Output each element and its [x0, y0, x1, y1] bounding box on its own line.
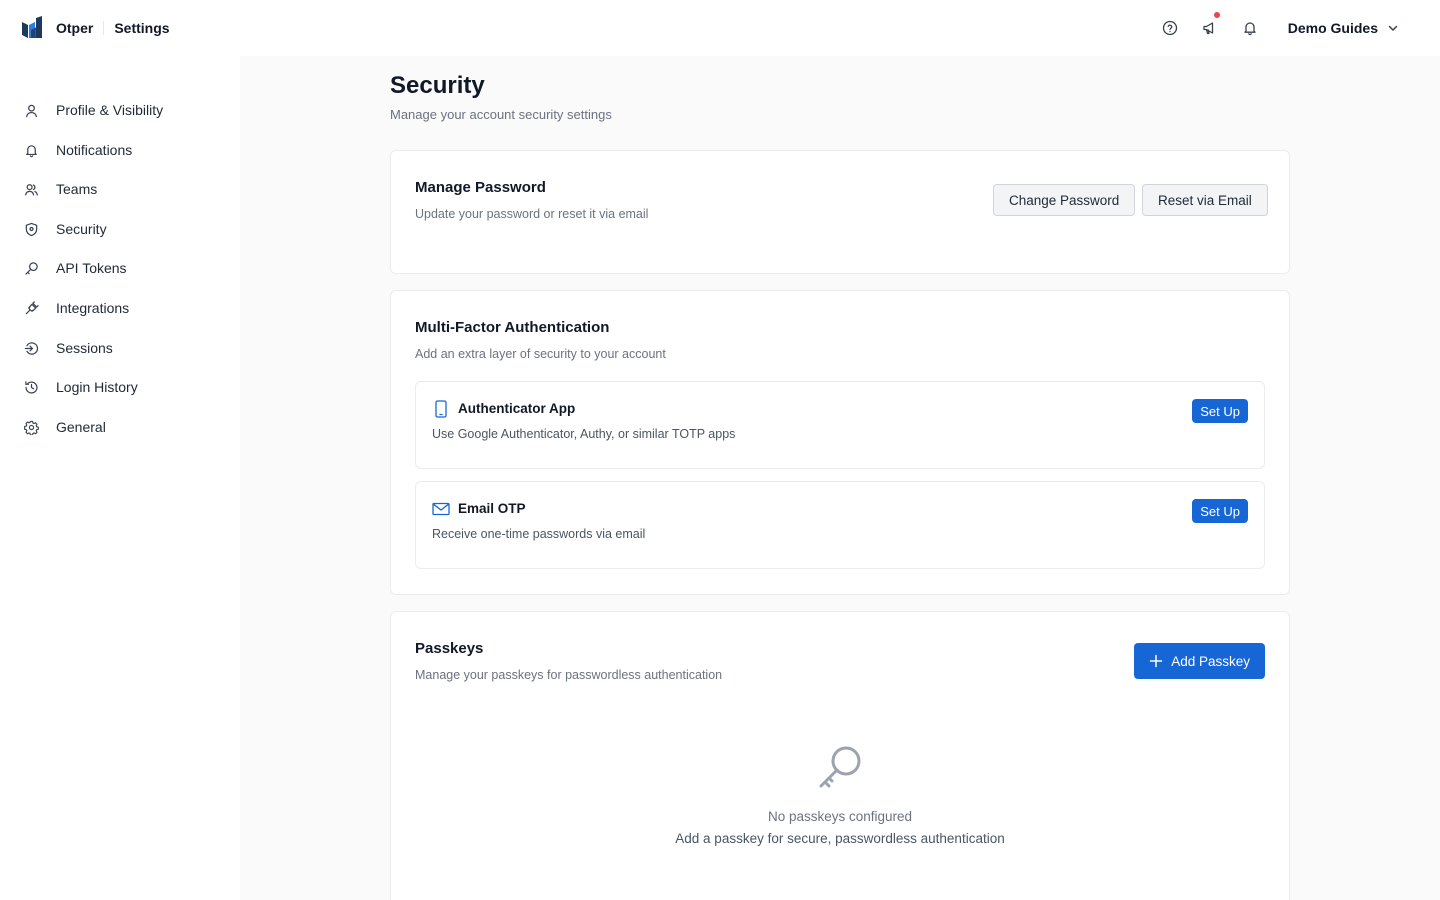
help-icon — [1162, 20, 1177, 36]
card-title: Manage Password — [415, 179, 546, 196]
top-actions: Demo Guides — [1146, 12, 1400, 44]
login-icon — [24, 341, 39, 355]
user-menu[interactable]: Demo Guides — [1288, 20, 1400, 36]
sidebar-item-label: Login History — [56, 379, 138, 395]
brand[interactable]: Otper Settings — [20, 16, 170, 40]
email-otp-method: Email OTP Receive one-time passwords via… — [415, 481, 1265, 569]
section-name: Settings — [114, 20, 170, 36]
empty-state-title: No passkeys configured — [767, 809, 913, 824]
card-description: Update your password or reset it via ema… — [415, 207, 649, 221]
sidebar-item-profile-visibility[interactable]: Profile & Visibility — [16, 94, 224, 126]
sidebar-item-label: General — [56, 419, 106, 435]
top-bar: Otper Settings Demo Guides — [0, 0, 1440, 56]
chevron-down-icon — [1388, 25, 1398, 31]
sidebar-item-label: API Tokens — [56, 260, 127, 276]
app-name: Otper — [56, 20, 94, 36]
sidebar-item-label: Notifications — [56, 142, 133, 158]
announcement-icon — [1203, 22, 1213, 35]
setup-authenticator-button[interactable]: Set Up — [1192, 399, 1248, 423]
add-passkey-button[interactable]: Add Passkey — [1134, 643, 1265, 679]
page-title: Security — [390, 72, 485, 99]
notifications-button[interactable] — [1234, 12, 1266, 44]
sidebar-item-security[interactable]: Security — [16, 213, 224, 245]
bell-icon — [1244, 22, 1256, 36]
empty-state-description: Add a passkey for secure, passwordless a… — [675, 831, 1005, 846]
card-description: Manage your passkeys for passwordless au… — [415, 668, 723, 682]
page-subtitle: Manage your account security settings — [390, 107, 612, 122]
announcements-button[interactable] — [1194, 12, 1226, 44]
card-title: Passkeys — [415, 640, 484, 657]
key-icon — [25, 261, 38, 275]
sidebar-item-label: Teams — [56, 181, 98, 197]
setup-email-otp-button[interactable]: Set Up — [1192, 499, 1248, 523]
user-icon — [26, 104, 37, 117]
brand-divider — [103, 21, 105, 35]
sidebar-item-login-history[interactable]: Login History — [16, 371, 224, 403]
sidebar-item-label: Sessions — [56, 340, 113, 356]
shield-icon — [25, 222, 38, 236]
method-title: Authenticator App — [458, 401, 576, 416]
add-passkey-label: Add Passkey — [1171, 653, 1250, 669]
gear-icon — [24, 420, 39, 435]
history-icon — [25, 380, 38, 393]
main-content: Security Manage your account security se… — [240, 56, 1440, 900]
sidebar-item-label: Security — [56, 221, 107, 237]
sidebar-item-integrations[interactable]: Integrations — [16, 292, 224, 324]
help-button[interactable] — [1154, 12, 1186, 44]
reset-via-email-button[interactable]: Reset via Email — [1142, 184, 1268, 216]
plug-icon — [25, 300, 39, 314]
otper-logo — [22, 16, 42, 38]
card-title: Multi-Factor Authentication — [415, 319, 610, 336]
sidebar-item-sessions[interactable]: Sessions — [16, 332, 224, 364]
sidebar-item-general[interactable]: General — [16, 411, 224, 443]
sidebar-item-label: Profile & Visibility — [56, 102, 164, 118]
sidebar-item-label: Integrations — [56, 300, 130, 316]
bell-icon — [26, 144, 37, 157]
users-icon — [25, 183, 38, 196]
change-password-button[interactable]: Change Password — [993, 184, 1136, 216]
authenticator-app-method: Authenticator App Use Google Authenticat… — [415, 381, 1265, 469]
sidebar-item-notifications[interactable]: Notifications — [16, 134, 224, 166]
mfa-card: Multi-Factor Authentication Add an extra… — [390, 290, 1290, 595]
smartphone-icon — [435, 400, 447, 418]
key-icon — [819, 746, 861, 788]
sidebar-item-api-tokens[interactable]: API Tokens — [16, 252, 224, 284]
manage-password-card: Manage Password Update your password or … — [390, 150, 1290, 274]
sidebar-item-teams[interactable]: Teams — [16, 173, 224, 205]
user-name: Demo Guides — [1287, 20, 1378, 36]
mail-icon — [432, 502, 450, 516]
method-title: Email OTP — [458, 501, 526, 516]
method-description: Use Google Authenticator, Authy, or simi… — [432, 427, 736, 441]
card-description: Add an extra layer of security to your a… — [415, 347, 666, 361]
sidebar: Profile & Visibility Notifications Teams… — [0, 56, 240, 900]
plus-icon — [1149, 654, 1163, 668]
notification-dot — [1213, 12, 1220, 18]
method-description: Receive one-time passwords via email — [432, 527, 646, 541]
passkeys-card: Passkeys Manage your passkeys for passwo… — [390, 611, 1290, 900]
